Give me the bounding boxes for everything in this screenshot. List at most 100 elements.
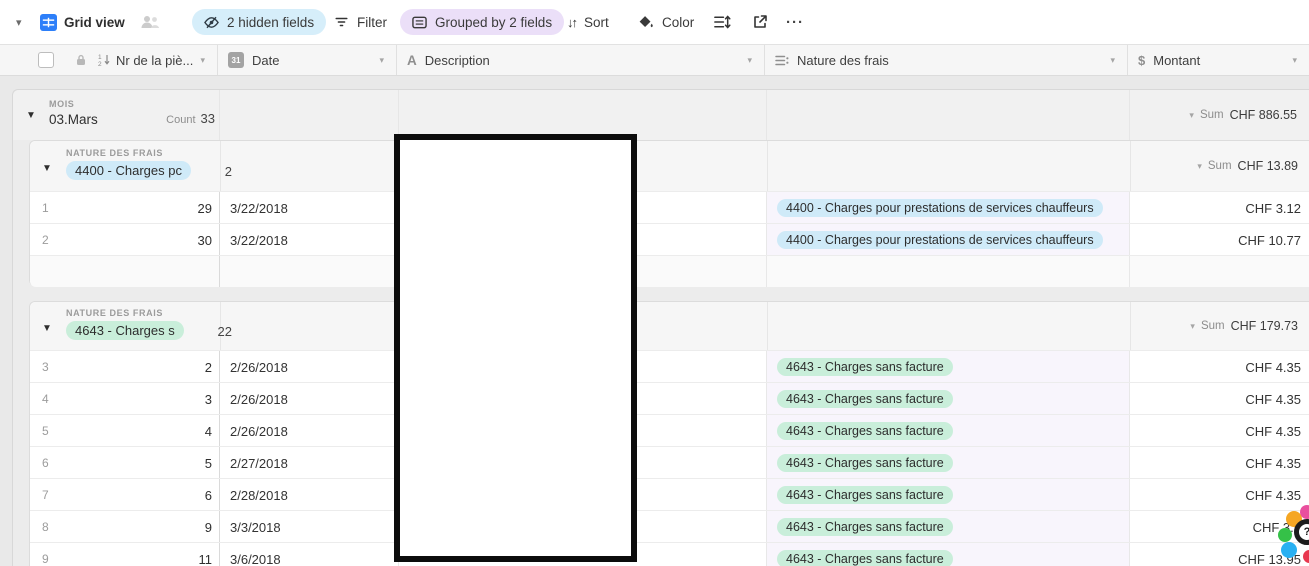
nature-cell[interactable]: 4643 - Charges sans facture [767,351,1130,383]
nature-pill: 4643 - Charges sans facture [777,518,953,536]
group-4400-header: NATURE DES FRAIS 4400 - Charges pc 2 Sum… [30,141,1309,191]
date-cell[interactable]: 2/26/2018 [220,415,399,447]
nature-cell[interactable]: 4643 - Charges sans facture [767,415,1130,447]
group-sum[interactable]: Sum CHF 179.73 [1190,319,1298,333]
nr-value: 29 [197,200,212,216]
collapse-group-icon[interactable] [42,163,52,174]
row-number-cell[interactable]: 65 [30,447,220,479]
column-label-date: Date [252,52,280,68]
amount-cell[interactable]: CHF 4.35 [1130,383,1309,415]
column-header-date[interactable]: 31 Date [218,45,397,75]
calendar-icon: 31 [228,52,244,68]
table-row[interactable]: 9 11 3/6/2018 4643 - Charges sans facture… [30,542,1309,566]
group-button[interactable]: Grouped by 2 fields [400,9,565,35]
table-row[interactable]: 1 29 3/22/2018 4400 - Charges pour presta… [30,191,1309,224]
color-button[interactable]: Color [638,0,694,44]
table-row[interactable]: 54 2/26/2018 4643 - Charges sans facture… [30,414,1309,447]
group-sum[interactable]: Sum CHF 13.89 [1197,159,1298,173]
date-cell[interactable]: 2/26/2018 [220,351,399,383]
collaborators-icon[interactable] [140,0,160,44]
sum-value: CHF 179.73 [1230,319,1298,333]
overlay-dot-blue [1281,542,1297,558]
column-divider [766,90,767,140]
amount-cell[interactable]: CHF 4.35 [1130,415,1309,447]
share-icon [754,15,767,28]
column-header-nr[interactable]: 12 Nr de la piè... [0,45,218,75]
more-options-button[interactable]: ··· [786,0,804,44]
row-index: 2 [42,233,49,247]
paint-bucket-icon [639,15,653,27]
question-mark-icon: ? [1304,526,1309,538]
amount-cell[interactable]: CHF 10.77 [1130,224,1309,256]
collapse-group-icon[interactable] [42,323,52,334]
table-row[interactable]: 2 30 3/22/2018 4400 - Charges pour presta… [30,223,1309,256]
nature-cell[interactable]: 4643 - Charges sans facture [767,511,1130,543]
chevron-down-icon[interactable] [1110,55,1115,66]
table-row[interactable]: 32 2/26/2018 4643 - Charges sans facture… [30,350,1309,383]
row-number-cell[interactable]: 54 [30,415,220,447]
table-row[interactable]: 65 2/27/2018 4643 - Charges sans facture… [30,446,1309,479]
date-cell[interactable]: 3/3/2018 [220,511,399,543]
amount-cell[interactable]: CHF 4.35 [1130,447,1309,479]
group-sum[interactable]: Sum CHF 886.55 [1189,108,1297,122]
filter-button[interactable]: Filter [334,0,387,44]
date-cell[interactable]: 2/27/2018 [220,447,399,479]
date-cell[interactable]: 2/26/2018 [220,383,399,415]
nature-cell[interactable]: 4643 - Charges sans facture [767,543,1130,566]
date-cell[interactable]: 3/22/2018 [220,224,399,256]
column-label-description: Description [424,52,490,68]
row-number-cell[interactable]: 76 [30,479,220,511]
chevron-down-icon[interactable] [200,55,205,66]
group-count[interactable]: 22 [218,324,232,339]
amount-cell[interactable]: CHF 4.35 [1130,351,1309,383]
row-number-cell[interactable]: 32 [30,351,220,383]
nature-cell[interactable]: 4400 - Charges pour prestations de servi… [767,224,1130,256]
row-number-cell[interactable]: 1 29 [30,192,220,224]
column-header-description[interactable]: A Description [397,45,765,75]
row-index: 6 [42,456,49,470]
table-row[interactable]: 89 3/3/2018 4643 - Charges sans facture … [30,510,1309,543]
row-number-cell[interactable]: 2 30 [30,224,220,256]
row-height-button[interactable] [713,0,731,44]
nature-pill: 4643 - Charges sans facture [777,422,953,440]
chevron-down-icon[interactable] [1292,55,1297,66]
nature-cell[interactable]: 4400 - Charges pour prestations de servi… [767,192,1130,224]
table-row[interactable]: 76 2/28/2018 4643 - Charges sans facture… [30,478,1309,511]
nr-value: 2 [204,359,212,375]
share-view-button[interactable] [752,0,768,44]
row-number-cell[interactable]: 9 11 [30,543,220,566]
select-all-checkbox[interactable] [38,52,54,68]
chevron-down-icon[interactable] [747,55,752,66]
amount-cell[interactable]: CHF 4.35 [1130,479,1309,511]
group-count[interactable]: 2 [225,164,232,179]
date-cell[interactable]: 3/6/2018 [220,543,399,566]
group-value: 03.Mars [49,112,98,127]
hidden-fields-button[interactable]: 2 hidden fields [192,9,327,35]
add-row-area[interactable] [30,255,1309,287]
nature-cell[interactable]: 4643 - Charges sans facture [767,383,1130,415]
row-number-cell[interactable]: 43 [30,383,220,415]
row-number-cell[interactable]: 89 [30,511,220,543]
view-name[interactable]: Grid view [64,0,125,44]
group-icon [412,16,427,28]
single-line-text-icon: A [407,52,417,68]
column-header-nature[interactable]: Nature des frais [765,45,1128,75]
date-cell[interactable]: 2/28/2018 [220,479,399,511]
sort-button[interactable]: ↓↑ Sort [567,0,609,44]
amount-cell[interactable]: CHF 3.12 [1130,192,1309,224]
sum-value: CHF 13.89 [1237,159,1298,173]
group-field-label: NATURE DES FRAIS [66,148,163,158]
group-field-label: NATURE DES FRAIS [66,308,163,318]
chevron-down-icon [1189,110,1194,121]
column-header-montant[interactable]: $ Montant [1128,45,1309,75]
nature-cell[interactable]: 4643 - Charges sans facture [767,447,1130,479]
group-count[interactable]: Count 33 [166,111,215,126]
table-row[interactable]: 43 2/26/2018 4643 - Charges sans facture… [30,382,1309,415]
sum-value: CHF 886.55 [1229,108,1297,122]
date-cell[interactable]: 3/22/2018 [220,192,399,224]
group-4400: NATURE DES FRAIS 4400 - Charges pc 2 Sum… [29,140,1309,287]
collapse-group-icon[interactable] [26,110,36,121]
view-menu-caret-icon[interactable] [16,0,22,44]
chevron-down-icon[interactable] [379,55,384,66]
nature-cell[interactable]: 4643 - Charges sans facture [767,479,1130,511]
